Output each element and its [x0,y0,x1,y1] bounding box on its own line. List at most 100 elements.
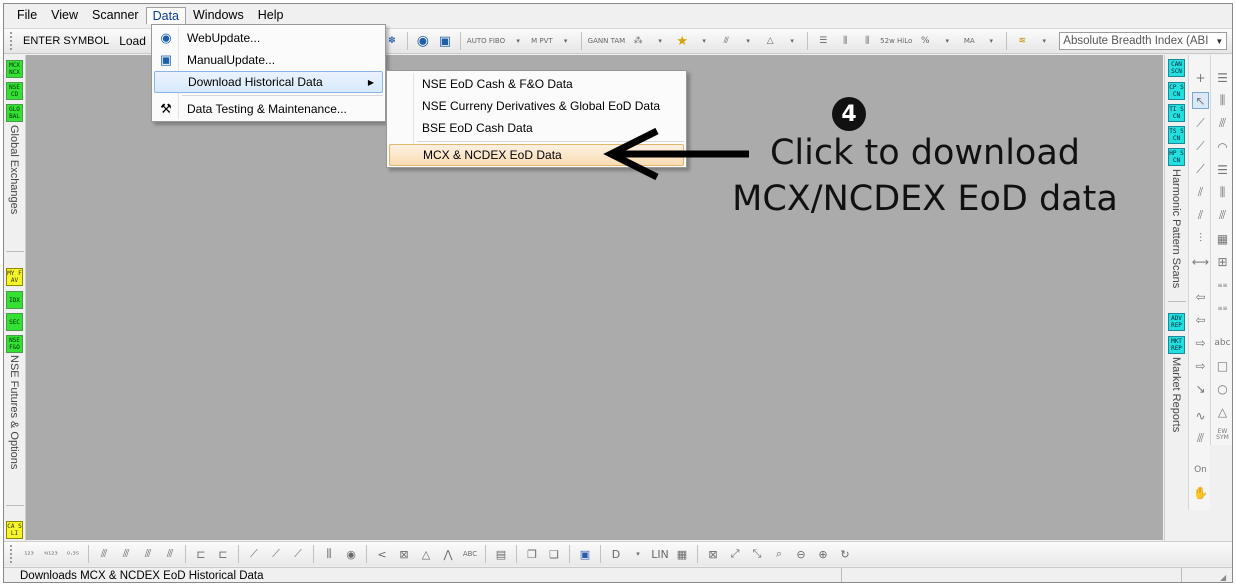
fib-small-alt-icon[interactable]: ≡≡ [1214,300,1231,317]
chart-pattern-icon[interactable]: ⊠ [395,545,413,563]
wave-135-icon[interactable]: ⁰·³⁵ [64,545,82,563]
zoom-in-icon[interactable]: ⊕ [814,545,832,563]
target-icon[interactable]: ◉ [342,545,360,563]
nse-futures-options-label[interactable]: NSE Futures & Options [8,355,20,469]
zoom-expand-icon[interactable]: ⤢ [726,545,744,563]
menu-data[interactable]: Data [145,6,186,24]
triangle-pattern-icon[interactable]: △ [417,545,435,563]
vertical-line-icon[interactable]: ⫶ [1192,230,1209,247]
menu-help[interactable]: Help [251,6,291,24]
cycles-icon[interactable]: ⫼ [320,545,338,563]
market-reports-label[interactable]: Market Reports [1170,357,1182,432]
pointer-icon[interactable]: ↖ [1192,92,1209,109]
tag-nse-fo[interactable]: NSE F&O [6,335,23,353]
dropdown-icon[interactable]: ▾ [783,32,801,50]
abc-pattern-icon[interactable]: ABC [461,545,479,563]
channel-alt-icon[interactable]: ⫽ [1192,207,1209,224]
paste-icon[interactable]: ❏ [545,545,563,563]
wave-icon[interactable]: ∿ [1192,407,1209,424]
arrow-right-alt-icon[interactable]: ⇨ [1192,357,1209,374]
52w-hilo-icon[interactable]: 52w HiLo [880,32,912,50]
fib-small-icon[interactable]: ≡≡ [1214,277,1231,294]
window-icon[interactable]: ▣ [436,32,454,50]
dropdown-icon[interactable]: ▾ [695,32,713,50]
tag-hp-scn[interactable]: HP SCN [1168,148,1185,166]
angle-1-icon[interactable]: ⟋ [245,545,263,563]
tag-ti-scn[interactable]: TI SCN [1168,104,1185,122]
lin-scale-button[interactable]: LIN [651,545,669,563]
wave-abc-icon[interactable]: ᴺ¹²³ [42,545,60,563]
grid-icon[interactable]: ▦ [1214,230,1231,247]
harmonic-pattern-scans-label[interactable]: Harmonic Pattern Scans [1170,169,1182,288]
trendline-ssl-icon[interactable]: ⟋ [1192,161,1209,178]
volume-icon[interactable]: ⫼ [836,32,854,50]
zoom-shrink-icon[interactable]: ⤡ [748,545,766,563]
menu-file[interactable]: File [10,6,44,24]
bars-icon[interactable]: ☰ [814,32,832,50]
arrow-left-alt-icon[interactable]: ⇦ [1192,311,1209,328]
ellipse-icon[interactable]: ○ [1214,380,1231,397]
menu-view[interactable]: View [44,6,85,24]
fan-icon[interactable]: ⫻ [717,32,735,50]
submenu-item-nse-eod[interactable]: NSE EoD Cash & F&O Data [389,73,684,95]
tag-sec[interactable]: SEC [6,313,23,331]
magnifier-icon[interactable]: ⌕ [770,545,788,563]
channel-icon[interactable]: ⫽ [1192,184,1209,201]
dropdown-icon[interactable]: ▾ [651,32,669,50]
tag-nse-cd[interactable]: NSE CD [6,82,23,100]
tag-my-fav[interactable]: MY FAV [6,268,23,286]
menu-scanner[interactable]: Scanner [85,6,146,24]
resize-grip-icon[interactable]: ◢ [1220,573,1230,582]
text-abc-icon[interactable]: abc [1214,334,1231,351]
volume-avg-icon[interactable]: ⫼ [858,32,876,50]
arrow-left-icon[interactable]: ⇦ [1192,288,1209,305]
tag-ts-scn[interactable]: TS SCN [1168,126,1185,144]
refresh-icon[interactable]: ↻ [836,545,854,563]
doc-question-icon[interactable]: ▤ [492,545,510,563]
pattern-4-icon[interactable]: ⫻ [161,545,179,563]
global-exchanges-label[interactable]: Global Exchanges [8,125,20,214]
chevron-down-icon[interactable]: ▼ [1215,37,1223,46]
gann-fan-icon[interactable]: ⫻ [1192,430,1209,447]
horizontal-lines-icon[interactable]: ☰ [1214,69,1231,86]
table-icon[interactable]: ⊞ [1214,253,1231,270]
pattern-1-icon[interactable]: ⫻ [95,545,113,563]
ew-sym-icon[interactable]: EW SYM [1214,426,1231,443]
menu-windows[interactable]: Windows [186,6,251,24]
tag-idx[interactable]: IDX [6,291,23,309]
angle-3-icon[interactable]: ⟋ [289,545,307,563]
pattern-2-icon[interactable]: ⫻ [117,545,135,563]
tag-adv-rep[interactable]: ADV REP [1168,313,1185,331]
tag-mkt-rep[interactable]: MKT REP [1168,336,1185,354]
dropdown-icon[interactable]: ▾ [739,32,757,50]
submenu-item-nse-currency[interactable]: NSE Curreny Derivatives & Global EoD Dat… [389,95,684,117]
copy-icon[interactable]: ❐ [523,545,541,563]
auto-fibo-icon[interactable]: AUTO FIBO [467,32,505,50]
fib-fan-icon[interactable]: ⫻ [1214,207,1231,224]
crosshair-icon[interactable]: + [1192,69,1209,86]
dropdown-icon[interactable]: ▾ [509,32,527,50]
menu-item-data-testing[interactable]: ⚒ Data Testing & Maintenance... [154,98,383,120]
menu-item-download-historical[interactable]: Download Historical Data ▶ [154,71,383,93]
chart-settings-icon[interactable]: ▣ [576,545,594,563]
arrow-down-right-icon[interactable]: ↘ [1192,380,1209,397]
m-pvt-icon[interactable]: M PVT [531,32,553,50]
zoom-out-icon[interactable]: ⊖ [792,545,810,563]
tag-ca-sli[interactable]: CA SLI [6,521,23,539]
rectangle-icon[interactable]: □ [1214,357,1231,374]
wave-123-icon[interactable]: ¹²³ [20,545,38,563]
trendline-icon[interactable]: ⟋ [1192,115,1209,132]
hand-cursor-icon[interactable]: ✋ [1192,484,1209,501]
arc-icon[interactable]: ◠ [1214,138,1231,155]
dropdown-icon[interactable]: ▾ [1035,32,1053,50]
d-icon[interactable]: D [607,545,625,563]
zoom-fit-icon[interactable]: ⊠ [704,545,722,563]
arrow-right-icon[interactable]: ⇨ [1192,334,1209,351]
trendline-sl-icon[interactable]: ⟋ [1192,138,1209,155]
fib-time-icon[interactable]: ⫼ [1214,184,1231,201]
grid-toggle-icon[interactable]: ▦ [673,545,691,563]
percent-icon[interactable]: % [916,32,934,50]
angle-2-icon[interactable]: ⟋ [267,545,285,563]
pattern-3-icon[interactable]: ⫻ [139,545,157,563]
indicator-select[interactable]: Absolute Breadth Index (ABI ▼ [1059,32,1228,50]
